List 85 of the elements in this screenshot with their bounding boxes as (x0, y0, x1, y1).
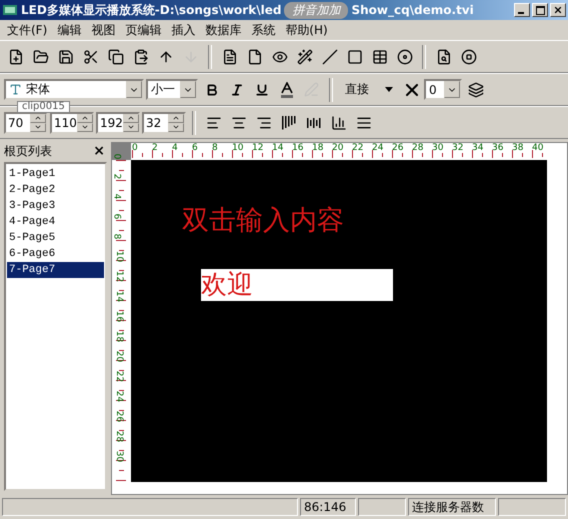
ruler-label: 32 (452, 144, 464, 153)
ruler-label: 26 (392, 144, 404, 153)
ruler-label: 2 (152, 144, 158, 153)
menu-item[interactable]: 页编辑 (120, 22, 166, 38)
menu-item[interactable]: 系统 (246, 22, 280, 38)
menu-item[interactable]: 文件(F) (2, 22, 52, 38)
ruler-label: 26 (114, 410, 124, 422)
spin-down-button[interactable] (122, 122, 139, 132)
panel-close-button[interactable]: × (93, 143, 105, 159)
window-title: Show_cq\demo.tvi (351, 3, 474, 17)
ruler-label: 8 (111, 234, 120, 240)
ruler-label: 34 (472, 144, 484, 153)
ruler-label: 10 (114, 250, 124, 262)
ruler-label: 22 (352, 144, 364, 153)
maximize-icon (536, 6, 544, 14)
ruler-label: 18 (114, 330, 124, 342)
ruler-label: 20 (114, 350, 124, 362)
app-icon (2, 2, 18, 18)
ruler-label: 12 (114, 270, 124, 282)
tooltip: clip0015 (17, 101, 70, 113)
panel-title: 根页列表 (4, 142, 52, 160)
ruler-label: 36 (492, 144, 504, 153)
menu-item[interactable]: 编辑 (52, 22, 86, 38)
close-icon (553, 5, 563, 15)
status-pane (358, 498, 406, 516)
page-item[interactable]: 2-Page2 (7, 182, 104, 198)
ruler-label: 16 (114, 310, 124, 322)
menu-item[interactable]: 视图 (86, 22, 120, 38)
ruler-label: 0 (111, 154, 120, 160)
ruler-label: 12 (252, 144, 264, 153)
spin-up-button[interactable] (122, 114, 139, 122)
menu-item[interactable]: 帮助(H) (280, 22, 333, 38)
ruler-label: 8 (212, 144, 218, 153)
maximize-button[interactable] (532, 3, 548, 17)
number-spinner[interactable]: 70 (4, 112, 48, 134)
ruler-label: 30 (114, 450, 124, 462)
ruler-label: 22 (114, 370, 124, 382)
page-item[interactable]: 5-Page5 (7, 230, 104, 246)
page-item[interactable]: 1-Page1 (7, 166, 104, 182)
font-select[interactable]: 宋体 (4, 79, 144, 100)
text-box[interactable]: 欢迎 (201, 269, 393, 301)
line-width-select[interactable]: 0 (424, 79, 462, 100)
close-button[interactable] (550, 3, 566, 17)
ruler-label: 28 (114, 430, 124, 442)
canvas-text[interactable]: 双击输入内容 (182, 202, 344, 238)
ruler-label: 4 (111, 194, 120, 200)
page-item[interactable]: 7-Page7 (7, 262, 104, 278)
page-item[interactable]: 4-Page4 (7, 214, 104, 230)
ruler-label: 14 (114, 290, 124, 302)
ruler-label: 10 (232, 144, 244, 153)
spin-up-button[interactable] (168, 114, 184, 122)
page-item[interactable]: 6-Page6 (7, 246, 104, 262)
ruler-label: 24 (372, 144, 384, 153)
page-item[interactable]: 3-Page3 (7, 198, 104, 214)
size-select[interactable]: 小一 (146, 79, 198, 100)
status-pane (498, 498, 566, 516)
ruler-label: 6 (192, 144, 198, 153)
ruler-label: 16 (292, 144, 304, 153)
window-title: LED多媒体显示播放系统-D:\songs\work\led (21, 2, 282, 18)
number-spinner[interactable]: 192 (96, 112, 140, 134)
ruler-label: 28 (412, 144, 424, 153)
menu-item[interactable]: 插入 (166, 22, 200, 38)
spin-down-button[interactable] (76, 122, 93, 132)
ruler-label: 38 (512, 144, 524, 153)
ruler-label: 14 (272, 144, 284, 153)
number-spinner[interactable]: 32 (142, 112, 186, 134)
ruler-label: 24 (114, 390, 124, 402)
number-spinner[interactable]: 110 (50, 112, 94, 134)
ruler-label: 18 (312, 144, 324, 153)
ruler-label: 20 (332, 144, 344, 153)
font-icon (9, 83, 22, 96)
ruler-label: 4 (172, 144, 178, 153)
spin-up-button[interactable] (76, 114, 93, 122)
ime-badge: 拼音加加 (284, 2, 348, 18)
ruler-label: 2 (111, 174, 120, 180)
ruler-label: 0 (132, 144, 138, 153)
status-text: 连接服务器数 (408, 498, 496, 516)
ruler-label: 6 (111, 214, 120, 220)
ruler-label: 30 (432, 144, 444, 153)
ruler-label: 40 (532, 144, 544, 153)
spin-up-button[interactable] (30, 114, 46, 122)
menu-item[interactable]: 数据库 (200, 22, 246, 38)
line-mode-select[interactable]: 直接 (339, 81, 375, 98)
minimize-button[interactable] (514, 3, 530, 17)
status-text: 86:146 (300, 498, 356, 516)
